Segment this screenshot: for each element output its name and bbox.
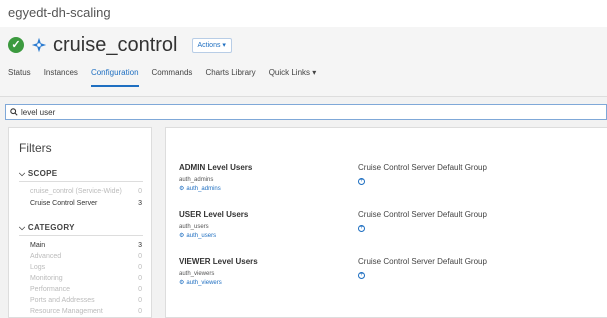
search-input[interactable] xyxy=(21,107,521,117)
service-name: cruise_control xyxy=(53,33,178,56)
actions-dropdown-button[interactable]: Actions ▾ xyxy=(191,37,232,53)
filter-count: 0 xyxy=(138,297,142,304)
property-link-label: auth_viewers xyxy=(186,279,222,286)
filter-count: 0 xyxy=(138,275,142,282)
filter-label: Performance xyxy=(30,286,71,293)
filter-count: 3 xyxy=(138,242,142,249)
config-properties-panel: ADMIN Level Users auth_admins ⚙ auth_adm… xyxy=(165,127,607,318)
filter-label: Resource Management xyxy=(30,308,103,315)
filter-count: 0 xyxy=(138,188,142,195)
category-heading[interactable]: ⌵ CATEGORY xyxy=(19,223,75,233)
cruise-control-icon xyxy=(31,37,47,53)
filter-category-main[interactable]: Main 3 xyxy=(30,242,142,249)
filter-count: 0 xyxy=(138,286,142,293)
tab-status[interactable]: Status xyxy=(8,68,31,87)
filter-category-logs[interactable]: Logs 0 xyxy=(30,264,142,271)
filter-scope-service-wide[interactable]: cruise_control (Service-Wide) 0 xyxy=(30,188,142,195)
filter-category-ports-and-addresses[interactable]: Ports and Addresses 0 xyxy=(30,297,142,304)
group-label: Cruise Control Server Default Group xyxy=(358,210,487,219)
filter-count: 0 xyxy=(138,253,142,260)
tab-quick-links[interactable]: Quick Links ▾ xyxy=(269,68,317,87)
filter-label: Main xyxy=(30,242,46,249)
property-link[interactable]: ⚙ auth_users xyxy=(179,232,359,240)
filter-label: Monitoring xyxy=(30,275,63,282)
property-link[interactable]: ⚙ auth_viewers xyxy=(179,279,359,287)
filters-title: Filters xyxy=(19,141,52,155)
gear-icon: ⚙ xyxy=(179,280,185,286)
property-key: auth_viewers xyxy=(179,271,215,277)
property-admin-level-users: ADMIN Level Users auth_admins ⚙ auth_adm… xyxy=(179,163,359,192)
filter-label: Logs xyxy=(30,264,46,271)
filters-panel: Filters ⌵ SCOPE cruise_control (Service-… xyxy=(8,127,152,318)
filter-category-monitoring[interactable]: Monitoring 0 xyxy=(30,275,142,282)
filter-count: 3 xyxy=(138,200,142,207)
tab-configuration[interactable]: Configuration xyxy=(90,68,139,87)
property-key: auth_admins xyxy=(179,177,214,183)
filter-category-performance[interactable]: Performance 0 xyxy=(30,286,142,293)
filter-category-advanced[interactable]: Advanced 0 xyxy=(30,253,142,260)
search-icon xyxy=(10,108,18,116)
scope-heading-label: SCOPE xyxy=(27,169,58,178)
filter-scope-cruise-control-server[interactable]: Cruise Control Server 3 xyxy=(30,200,142,207)
scope-heading[interactable]: ⌵ SCOPE xyxy=(19,169,57,179)
config-search[interactable] xyxy=(5,104,607,120)
service-tabs: Status Instances Configuration Commands … xyxy=(8,68,329,87)
property-group-viewer: Cruise Control Server Default Group + xyxy=(358,257,487,279)
tab-instances[interactable]: Instances xyxy=(44,68,78,87)
group-label: Cruise Control Server Default Group xyxy=(358,257,487,266)
property-group-user: Cruise Control Server Default Group + xyxy=(358,210,487,232)
plus-circle-icon[interactable]: + xyxy=(358,178,365,185)
plus-circle-icon[interactable]: + xyxy=(358,225,365,232)
gear-icon: ⚙ xyxy=(179,186,185,192)
property-link[interactable]: ⚙ auth_admins xyxy=(179,185,359,193)
group-label: Cruise Control Server Default Group xyxy=(358,163,487,172)
property-link-label: auth_admins xyxy=(186,185,221,192)
filter-count: 0 xyxy=(138,308,142,315)
check-circle-icon: ✓ xyxy=(8,37,24,53)
filter-label: Advanced xyxy=(30,253,62,260)
plus-circle-icon[interactable]: + xyxy=(358,272,365,279)
property-group-admin: Cruise Control Server Default Group + xyxy=(358,163,487,185)
property-viewer-level-users: VIEWER Level Users auth_viewers ⚙ auth_v… xyxy=(179,257,359,286)
property-key: auth_users xyxy=(179,224,209,230)
divider xyxy=(19,181,143,182)
service-title-row: ✓ cruise_control Actions ▾ xyxy=(8,32,232,58)
filter-label: Ports and Addresses xyxy=(30,297,95,304)
filter-label: cruise_control (Service-Wide) xyxy=(30,188,122,195)
cluster-name[interactable]: egyedt-dh-scaling xyxy=(8,5,111,20)
property-title: VIEWER Level Users xyxy=(179,257,258,266)
property-user-level-users: USER Level Users auth_users ⚙ auth_users xyxy=(179,210,359,239)
filter-label: Cruise Control Server xyxy=(30,200,98,207)
filter-category-resource-management[interactable]: Resource Management 0 xyxy=(30,308,142,315)
service-header: ✓ cruise_control Actions ▾ Status Instan… xyxy=(0,27,607,97)
property-title: ADMIN Level Users xyxy=(179,163,253,172)
gear-icon: ⚙ xyxy=(179,233,185,239)
tab-charts-library[interactable]: Charts Library xyxy=(205,68,255,87)
tab-commands[interactable]: Commands xyxy=(152,68,193,87)
property-link-label: auth_users xyxy=(186,232,217,239)
category-heading-label: CATEGORY xyxy=(27,223,75,232)
property-title: USER Level Users xyxy=(179,210,249,219)
filter-count: 0 xyxy=(138,264,142,271)
divider xyxy=(19,235,143,236)
